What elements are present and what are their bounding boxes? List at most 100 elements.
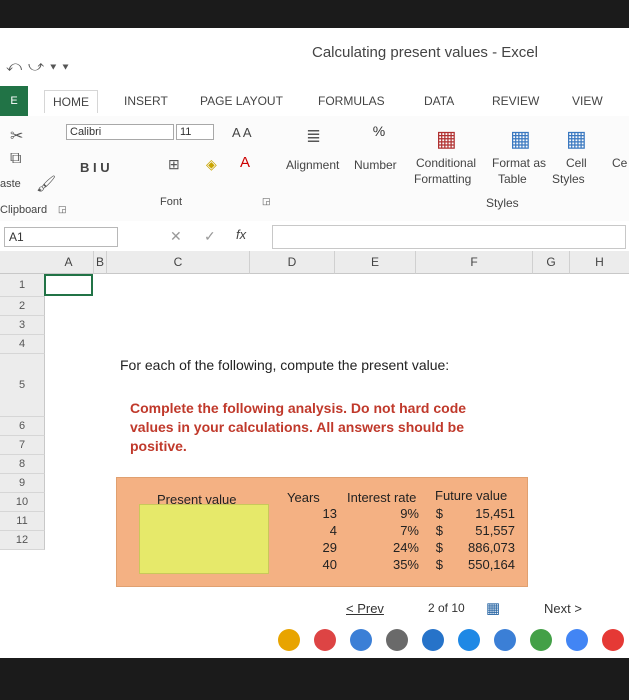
font-launcher-icon[interactable]: ◲ xyxy=(262,196,271,207)
column-header-g[interactable]: G xyxy=(533,251,570,274)
app-icon[interactable] xyxy=(422,629,444,651)
tab-home[interactable]: HOME xyxy=(44,90,98,113)
row-header[interactable]: 8 xyxy=(0,455,45,474)
cancel-entry-icon[interactable]: ✕ xyxy=(170,228,182,245)
gmail-icon[interactable] xyxy=(314,629,336,651)
currency-symbol: $ xyxy=(435,557,443,572)
conditional-formatting-label-1[interactable]: Conditional xyxy=(416,156,476,170)
file-tab[interactable]: E xyxy=(0,86,28,116)
cut-icon[interactable]: ✂ xyxy=(10,126,23,146)
percent-icon[interactable]: % xyxy=(364,122,394,146)
interest-rate-header: Interest rate xyxy=(347,490,417,505)
paste-button[interactable]: aste xyxy=(0,178,21,190)
currency-symbol: $ xyxy=(435,540,443,555)
photos-icon[interactable] xyxy=(530,629,552,651)
number-button[interactable]: Number xyxy=(354,158,397,172)
font-size-select[interactable]: 11 xyxy=(176,124,214,140)
years-value: 13 xyxy=(322,506,337,521)
row-header[interactable]: 12 xyxy=(0,531,45,550)
borders-icon[interactable]: ⊞ xyxy=(168,156,180,173)
page-position: 2 of 10 xyxy=(428,601,465,615)
files-icon[interactable] xyxy=(386,629,408,651)
years-value: 40 xyxy=(322,557,337,572)
conditional-formatting-icon[interactable]: ▦ xyxy=(436,126,457,152)
row-header[interactable]: 5 xyxy=(0,354,45,417)
future-value-header: Future value xyxy=(435,488,508,503)
row-header[interactable]: 3 xyxy=(0,316,45,335)
grow-shrink-font-buttons[interactable]: A A xyxy=(232,125,252,140)
tab-review[interactable]: REVIEW xyxy=(492,94,539,108)
future-value: 51,557 xyxy=(475,523,515,538)
confirm-entry-icon[interactable]: ✓ xyxy=(204,228,216,245)
styles-group-label: Styles xyxy=(486,196,519,210)
column-header-h[interactable]: H xyxy=(570,251,629,274)
row-header[interactable]: 2 xyxy=(0,297,45,316)
rate-value: 7% xyxy=(400,523,419,538)
grid-view-icon[interactable]: ▦ xyxy=(486,599,500,617)
tab-insert[interactable]: INSERT xyxy=(124,94,168,108)
clipboard-group-label: Clipboard xyxy=(0,204,48,216)
row-header[interactable]: 7 xyxy=(0,436,45,455)
tab-formulas[interactable]: FORMULAS xyxy=(318,94,385,108)
future-value: 550,164 xyxy=(468,557,515,572)
name-box[interactable]: A1 xyxy=(4,227,118,247)
format-painter-icon[interactable]: 🖌 xyxy=(36,174,56,194)
formula-input[interactable] xyxy=(272,225,626,249)
fill-color-icon[interactable]: ◈ xyxy=(206,156,217,173)
insert-function-button[interactable]: fx xyxy=(236,227,246,242)
conditional-formatting-label-2[interactable]: Formatting xyxy=(414,172,471,186)
play-store-icon[interactable] xyxy=(566,629,588,651)
column-header-b[interactable]: B xyxy=(94,251,107,274)
cell-styles-label-1[interactable]: Cell xyxy=(566,156,587,170)
alignment-icon[interactable]: ≣ xyxy=(306,126,321,147)
column-header-c[interactable]: C xyxy=(107,251,250,274)
present-value-input-cells[interactable] xyxy=(139,504,269,574)
next-button[interactable]: Next > xyxy=(544,601,582,616)
prev-button[interactable]: < Prev xyxy=(346,601,384,616)
row-header[interactable]: 9 xyxy=(0,474,45,493)
rate-value: 24% xyxy=(392,540,419,555)
youtube-icon[interactable] xyxy=(602,629,624,651)
clipboard-launcher-icon[interactable]: ◲ xyxy=(58,204,67,215)
cell-styles-icon[interactable]: ▦ xyxy=(566,126,587,152)
font-color-icon[interactable]: A xyxy=(240,154,250,171)
tab-view[interactable]: VIEW xyxy=(572,94,603,108)
formula-bar: A1 ✕ ✓ fx xyxy=(0,221,629,252)
alignment-button[interactable]: Alignment xyxy=(286,158,339,172)
chat-icon[interactable] xyxy=(494,629,516,651)
tab-page-layout[interactable]: PAGE LAYOUT xyxy=(200,94,283,108)
font-name-select[interactable]: Calibri xyxy=(66,124,174,140)
messages-icon[interactable] xyxy=(458,629,480,651)
future-value: 15,451 xyxy=(475,506,515,521)
copy-icon[interactable]: ⧉ xyxy=(10,150,21,168)
calendar-icon[interactable] xyxy=(350,629,372,651)
cell-styles-label-2[interactable]: Styles xyxy=(552,172,585,186)
format-as-table-label-1[interactable]: Format as xyxy=(492,156,546,170)
instruction-text: Complete the following analysis. Do not … xyxy=(130,400,467,454)
column-header-a[interactable]: A xyxy=(44,251,94,274)
column-header-e[interactable]: E xyxy=(335,251,416,274)
column-header-d[interactable]: D xyxy=(250,251,335,274)
row-header[interactable]: 1 xyxy=(0,274,45,297)
row-header[interactable]: 11 xyxy=(0,512,45,531)
format-as-table-icon[interactable]: ▦ xyxy=(510,126,531,152)
years-value: 4 xyxy=(329,523,337,538)
analysis-table: Present value Years Interest rate Future… xyxy=(116,477,528,587)
column-header-f[interactable]: F xyxy=(416,251,533,274)
bold-italic-underline-buttons[interactable]: B I U xyxy=(80,160,110,175)
future-value: 886,073 xyxy=(468,540,515,555)
row-header[interactable]: 4 xyxy=(0,335,45,354)
ribbon-tabs: E HOME INSERT PAGE LAYOUT FORMULAS DATA … xyxy=(0,86,629,117)
selected-cell-a1[interactable] xyxy=(44,274,93,296)
row-header[interactable]: 6 xyxy=(0,417,45,436)
cells-group-partial[interactable]: Ce xyxy=(612,156,627,170)
question-pager: < Prev 2 of 10 ▦ Next > xyxy=(0,593,629,623)
tab-data[interactable]: DATA xyxy=(424,94,454,108)
select-all-corner[interactable] xyxy=(0,251,45,274)
format-as-table-label-2[interactable]: Table xyxy=(498,172,527,186)
ribbon: ✂ ⧉ aste 🖌 Clipboard ◲ Calibri 11 A A B … xyxy=(0,116,629,222)
quick-access-toolbar[interactable]: ⤺⤻▾▾ xyxy=(6,58,75,75)
chrome-icon[interactable] xyxy=(278,629,300,651)
row-header[interactable]: 10 xyxy=(0,493,45,512)
worksheet-grid[interactable]: A B C D E F G H 1 2 3 4 5 6 7 8 9 10 11 … xyxy=(0,251,629,658)
